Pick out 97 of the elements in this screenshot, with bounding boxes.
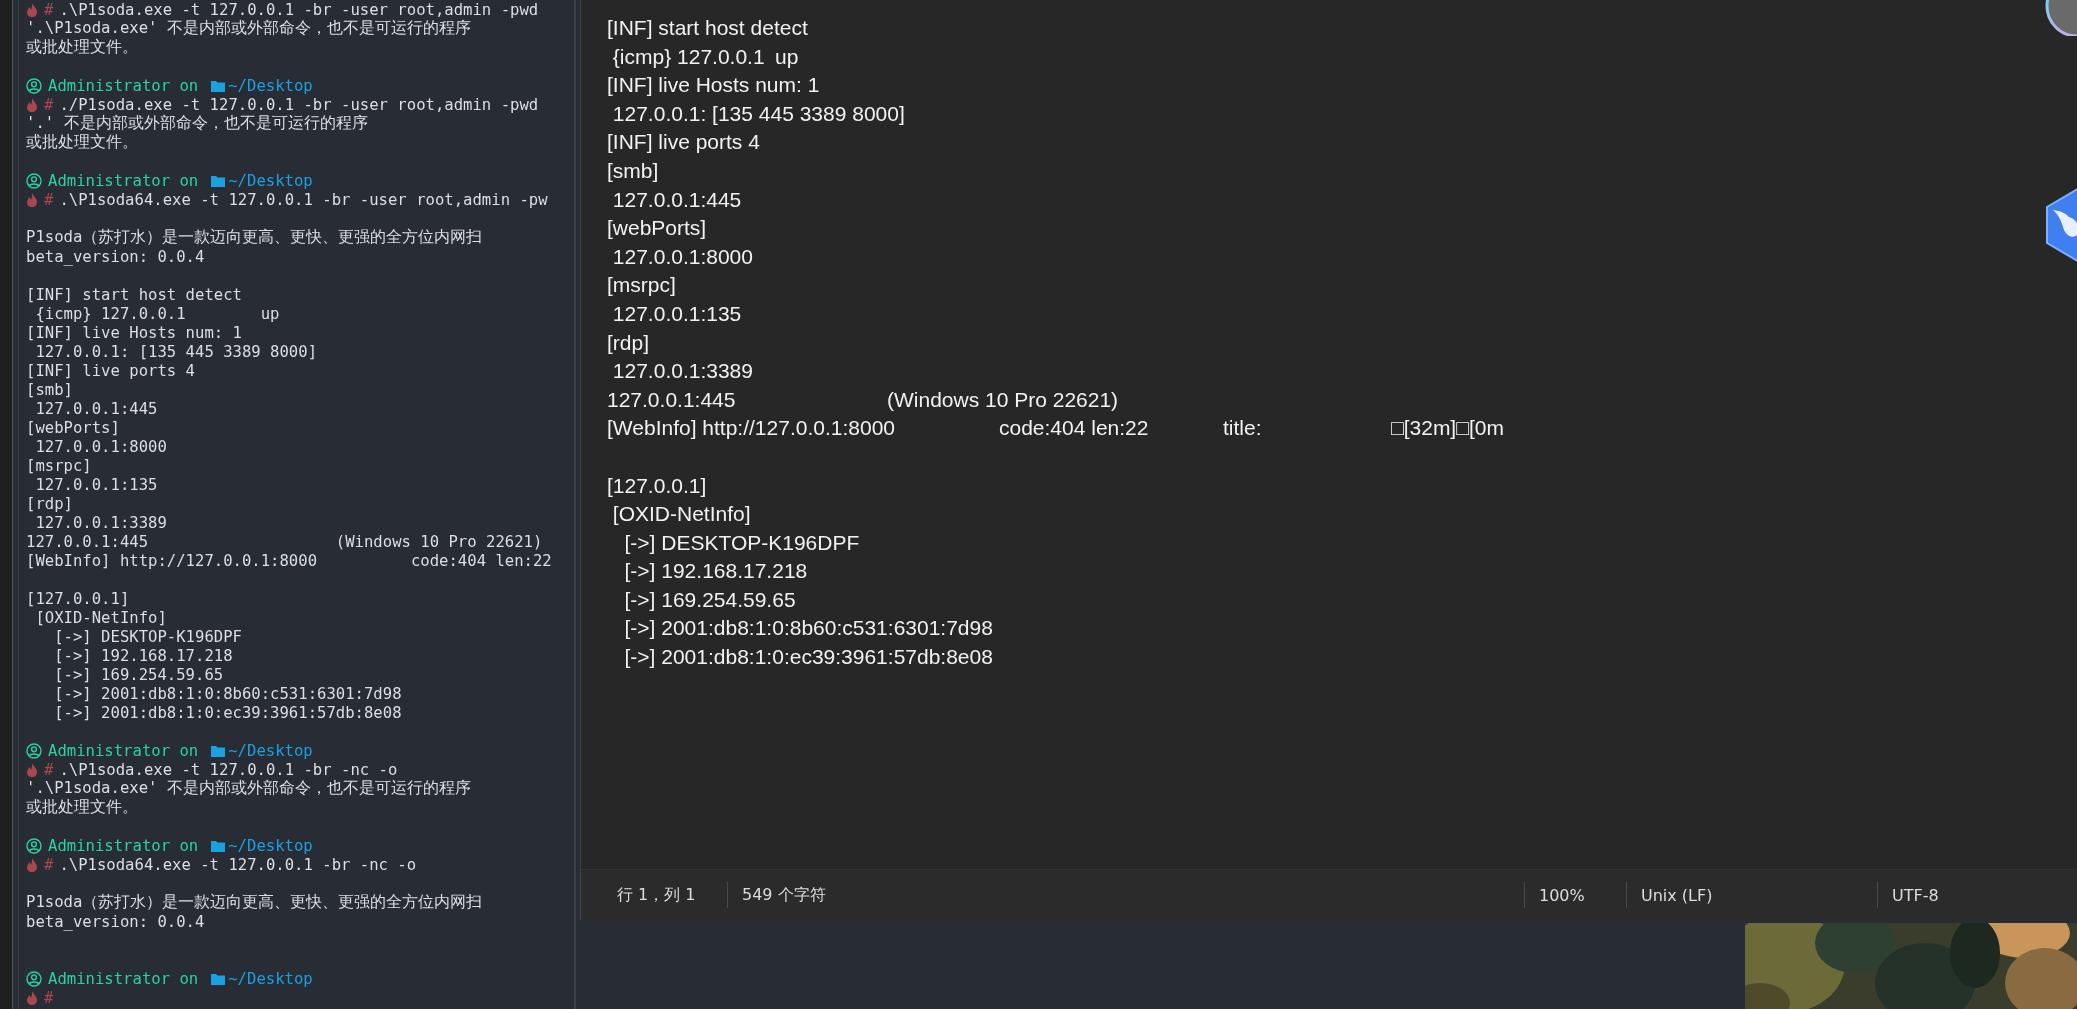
text-line: 127.0.0.1:135 <box>611 300 742 327</box>
user-icon <box>26 970 42 987</box>
text-line: [smb] <box>607 157 659 184</box>
output-line: beta_version: 0.0.4 <box>26 912 205 931</box>
command-text: .\P1soda64.exe -t 127.0.0.1 -br -nc -o <box>59 855 417 874</box>
flame-icon <box>26 2 38 17</box>
output-line: '.\P1soda.exe' 不是内部或外部命令，也不是可运行的程序 <box>26 18 471 38</box>
output-line: [WebInfo] http://127.0.0.1:8000 code:404 len:22 <box>26 551 552 570</box>
output-line: 127.0.0.1:135 <box>34 475 158 494</box>
text-line: [INF] start host detect <box>607 15 808 41</box>
text-line: 127.0.0.1:3389 <box>611 358 753 385</box>
prompt-symbol: # <box>44 988 54 1007</box>
folder-icon <box>210 173 227 188</box>
user-icon <box>26 742 42 759</box>
prompt-symbol: # <box>44 190 54 209</box>
prompt-user: Administrator on <box>48 741 199 760</box>
prompt-user: Administrator on <box>48 171 199 190</box>
flame-icon <box>26 857 38 872</box>
prompt-path: ~/Desktop <box>228 836 313 855</box>
output-line: P1soda（苏打水）是一款迈向更高、更快、更强的全方位内网扫 <box>26 892 483 913</box>
flame-icon <box>26 762 38 777</box>
status-text: 100% <box>1539 885 1585 905</box>
output-line: [INF] live Hosts num: 1 <box>26 323 242 342</box>
prompt-path: ~/Desktop <box>228 741 313 760</box>
output-line: [127.0.0.1] <box>26 589 130 608</box>
output-line: 127.0.0.1:445 (Windows 10 Pro 22621) <box>26 532 543 551</box>
flame-icon <box>26 192 38 207</box>
flame-icon <box>26 97 38 112</box>
text-line: [rdp] <box>607 329 650 356</box>
text-line: 127.0.0.1: [135 445 3389 8000] <box>611 100 905 127</box>
output-line: 或批处理文件。 <box>26 37 138 58</box>
output-line: {icmp} 127.0.0.1 up <box>34 304 280 323</box>
text-line: [->] 169.254.59.65 <box>623 586 796 613</box>
app-icon[interactable] <box>2043 0 2077 36</box>
prompt-path: ~/Desktop <box>228 76 313 95</box>
flame-icon <box>26 990 38 1005</box>
user-icon <box>26 837 42 854</box>
output-line: [INF] start host detect <box>26 285 242 304</box>
output-line: [->] 169.254.59.65 <box>53 665 224 684</box>
text-line: [webPorts] <box>607 215 707 242</box>
text-line: {icmp} 127.0.0.1 up <box>611 43 799 70</box>
output-line: [->] DESKTOP-K196DPF <box>53 627 242 646</box>
folder-icon <box>210 78 227 93</box>
output-line: P1soda（苏打水）是一款迈向更高、更快、更强的全方位内网扫 <box>26 227 483 248</box>
prompt-user: Administrator on <box>48 969 199 988</box>
status-text: 549 个字符 <box>742 884 826 906</box>
prompt-path: ~/Desktop <box>228 969 313 988</box>
prompt-user: Administrator on <box>48 76 199 95</box>
command-text: ./P1soda.exe -t 127.0.0.1 -br -user root,admin -pwd <box>59 95 539 114</box>
user-icon <box>26 77 42 94</box>
text-line: [msrpc] <box>607 272 676 299</box>
output-line: [OXID-NetInfo] <box>34 608 167 627</box>
command-text: .\P1soda.exe -t 127.0.0.1 -br -user root,admin -pwd <box>59 0 539 19</box>
prompt-symbol: # <box>44 855 54 874</box>
output-line: [->] 192.168.17.218 <box>53 646 233 665</box>
user-icon <box>26 172 42 189</box>
text-line: 127.0.0.1:8000 <box>611 243 753 270</box>
folder-icon <box>210 838 227 853</box>
output-line: [->] 2001:db8:1:0:8b60:c531:6301:7d98 <box>53 684 402 703</box>
output-line: '.' 不是内部或外部命令，也不是可运行的程序 <box>26 113 368 133</box>
output-line: 127.0.0.1:8000 <box>34 437 167 456</box>
output-line: beta_version: 0.0.4 <box>26 247 205 266</box>
output-line: [webPorts] <box>26 418 120 437</box>
output-line: 127.0.0.1:445 <box>34 399 158 418</box>
prompt-user: Administrator on <box>48 836 199 855</box>
text-line: [INF] live Hosts num: 1 <box>607 72 820 99</box>
prompt-symbol: # <box>44 0 54 19</box>
prompt-symbol: # <box>44 95 54 114</box>
status-text: UTF-8 <box>1892 885 1939 905</box>
folder-icon <box>210 971 227 986</box>
prompt-symbol: # <box>44 760 54 779</box>
text-line: 127.0.0.1:445 (Windows 10 Pro 22621) <box>607 386 1119 413</box>
output-line: '.\P1soda.exe' 不是内部或外部命令，也不是可运行的程序 <box>26 778 471 798</box>
folder-icon <box>210 743 227 758</box>
output-line: [msrpc] <box>26 456 92 475</box>
output-line: 127.0.0.1:3389 <box>34 513 167 532</box>
text-line: [->] 2001:db8:1:0:8b60:c531:6301:7d98 <box>623 615 993 642</box>
text-line: [WebInfo] http://127.0.0.1:8000 code:404 len:22 title: □[32m]□[0m <box>607 415 1504 442</box>
output-line: [rdp] <box>26 494 73 513</box>
text-line: [127.0.0.1] <box>607 472 707 499</box>
output-line: [smb] <box>26 380 73 399</box>
output-line: [->] 2001:db8:1:0:ec39:3961:57db:8e08 <box>53 703 402 722</box>
status-text: Unix (LF) <box>1641 885 1713 905</box>
command-text: .\P1soda64.exe -t 127.0.0.1 -br -user root,admin -pw <box>59 190 548 209</box>
text-line: 127.0.0.1:445 <box>611 186 742 213</box>
text-line: [->] 2001:db8:1:0:ec39:3961:57db:8e08 <box>623 644 993 671</box>
status-text: 行 1，列 1 <box>617 884 696 906</box>
command-text: .\P1soda.exe -t 127.0.0.1 -br -nc -o <box>59 760 398 779</box>
text-line: [INF] live ports 4 <box>607 129 760 156</box>
output-line: [INF] live ports 4 <box>26 361 195 380</box>
text-line: [->] 192.168.17.218 <box>623 558 808 585</box>
text-line: [OXID-NetInfo] <box>611 501 751 528</box>
output-line: 或批处理文件。 <box>26 132 138 153</box>
output-line: 或批处理文件。 <box>26 797 138 818</box>
prompt-path: ~/Desktop <box>228 171 313 190</box>
text-line: [->] DESKTOP-K196DPF <box>623 529 860 556</box>
output-line: 127.0.0.1: [135 445 3389 8000] <box>34 342 318 361</box>
